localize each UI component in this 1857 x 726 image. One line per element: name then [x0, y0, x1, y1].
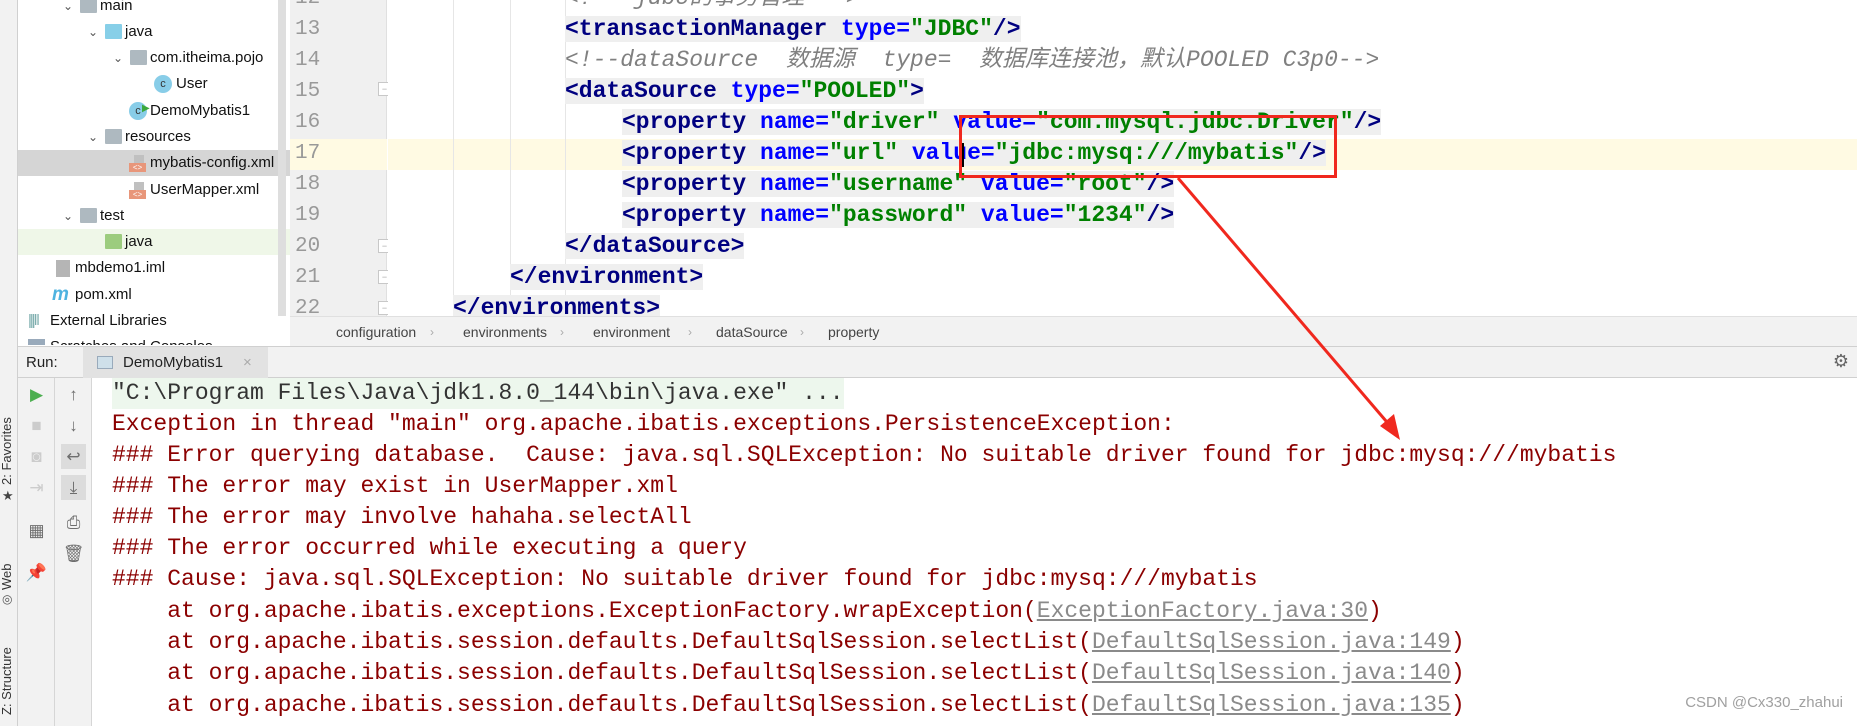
watermark: CSDN @Cx330_zhahui — [1685, 694, 1843, 711]
arrow-line — [1176, 177, 1394, 429]
annotation-arrow — [1176, 177, 1400, 440]
